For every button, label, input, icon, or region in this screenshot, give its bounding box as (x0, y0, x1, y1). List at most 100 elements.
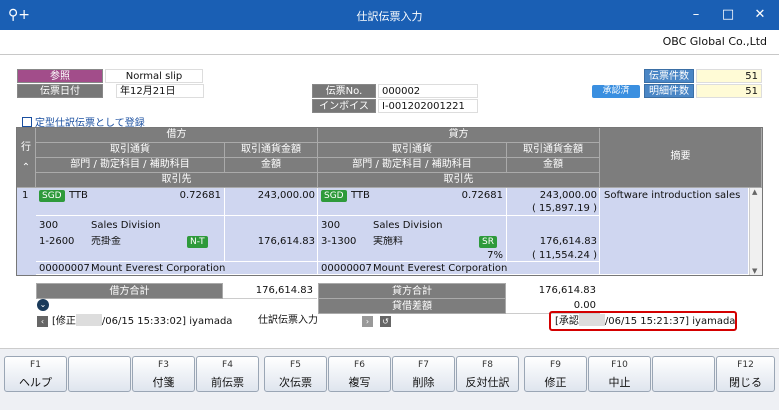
reference-value: Normal slip (105, 69, 203, 83)
f12-close-button[interactable]: F12 閉じる (716, 356, 775, 392)
invoice-no-field[interactable]: I-001202001221 (378, 99, 478, 113)
close-button[interactable]: ✕ (745, 4, 775, 26)
credit-account-name: 実施料 (373, 236, 403, 247)
function-key-bar: F1 ヘルプ F3 付箋 F4 前伝票 F5 次伝票 F6 複写 F7 削除 F8 反対仕訳 … (0, 348, 779, 410)
collapse-icon[interactable]: ⌃ (22, 162, 30, 173)
slip-count-label: 伝票件数 (644, 69, 694, 83)
row-header: 行 ⌃ (17, 128, 36, 188)
fkey-number: F5 (290, 360, 301, 370)
title-bar: ⚲+ 仕訳伝票入力 – □ ✕ (0, 0, 779, 30)
credit-rate-type: TTB (351, 190, 370, 201)
f3-sticky-note-button[interactable]: F3 付箋 (132, 356, 195, 392)
detail-count-value: 51 (696, 84, 762, 98)
detail-count-label: 明細件数 (644, 84, 694, 98)
debit-account-code: 1-2600 (39, 236, 75, 247)
f11-blank-button[interactable] (652, 356, 715, 392)
fkey-label: 前伝票 (211, 376, 244, 389)
scroll-up-icon[interactable]: ▲ (752, 188, 757, 196)
credit-tax-amount: ( 11,554.24 ) (531, 250, 597, 261)
modified-time: /06/15 15:33:02] iyamada (101, 316, 233, 327)
table-row[interactable]: 1 SGD TTB 0.72681 243,000.00 300 Sales D… (17, 188, 749, 275)
credit-currency-tag: SGD (321, 190, 347, 202)
next-history-icon[interactable]: › (362, 316, 373, 327)
fkey-number: F6 (354, 360, 365, 370)
f10-cancel-button[interactable]: F10 中止 (588, 356, 651, 392)
debit-partner-header: 取引先 (36, 173, 318, 188)
debit-dept-name: Sales Division (91, 220, 161, 231)
summary-header: 摘要 (600, 128, 762, 188)
debit-fx-amount: 243,000.00 (257, 190, 315, 201)
fkey-label: 次伝票 (279, 376, 312, 389)
summary-text: Software introduction sales (604, 190, 741, 201)
minimize-button[interactable]: – (681, 4, 711, 26)
f1-help-button[interactable]: F1 ヘルプ (4, 356, 67, 392)
credit-fx-tax: ( 15,897.19 ) (531, 203, 597, 214)
credit-amount-header: 金額 (507, 158, 600, 173)
fkey-label: 複写 (348, 376, 371, 389)
debit-dept-code: 300 (39, 220, 59, 231)
difference-label: 貸借差額 (318, 298, 506, 314)
f7-delete-button[interactable]: F7 削除 (392, 356, 455, 392)
credit-currency-header: 取引通貨 (318, 143, 507, 158)
debit-rate: 0.72681 (179, 190, 221, 201)
credit-rate: 0.72681 (461, 190, 503, 201)
credit-total-label: 貸方合計 (318, 283, 506, 299)
history-refresh-icon[interactable]: ↺ (380, 316, 391, 327)
invoice-no-label: インボイスNo. (312, 99, 376, 126)
slip-no-field[interactable]: 000002 (378, 84, 478, 98)
f6-copy-button[interactable]: F6 複写 (328, 356, 391, 392)
credit-partner-header: 取引先 (318, 173, 600, 188)
credit-tax-tag: SR (479, 236, 497, 248)
debit-tax-tag: N-T (187, 236, 208, 248)
fkey-label: 削除 (412, 376, 435, 389)
maximize-button[interactable]: □ (713, 4, 743, 26)
divider (0, 54, 779, 55)
f8-reverse-entry-button[interactable]: F8 反対仕訳 (456, 356, 519, 392)
debit-currency-tag: SGD (39, 190, 65, 202)
expand-icon[interactable]: ⌄ (37, 299, 49, 311)
fkey-label: 閉じる (729, 376, 762, 389)
fkey-number: F9 (550, 360, 561, 370)
credit-total-value: 176,614.83 (506, 283, 600, 299)
fkey-label: 修正 (544, 376, 567, 389)
debit-fx-amount-header: 取引通貨金額 (225, 143, 318, 158)
debit-total-value: 176,614.83 (223, 283, 317, 299)
fkey-label: 中止 (608, 376, 631, 389)
company-name: OBC Global Co.,Ltd (662, 35, 767, 48)
fkey-number: F4 (222, 360, 233, 370)
credit-fx-amount-header: 取引通貨金額 (507, 143, 600, 158)
redacted-year (75, 314, 102, 326)
f2-blank-button[interactable] (68, 356, 131, 392)
credit-fx-amount: 243,000.00 (539, 190, 597, 201)
debit-amount: 176,614.83 (257, 236, 315, 247)
f9-modify-button[interactable]: F9 修正 (524, 356, 587, 392)
credit-partner-name: Mount Everest Corporation (373, 263, 508, 274)
credit-account-header: 部門 / 勘定科目 / 補助科目 (318, 158, 507, 173)
credit-header: 貸方 (318, 128, 600, 143)
fkey-number: F3 (158, 360, 169, 370)
vertical-scrollbar[interactable]: ▲ ▼ (749, 188, 762, 275)
debit-total-label: 借方合計 (36, 283, 223, 299)
credit-dept-code: 300 (321, 220, 341, 231)
row-number: 1 (22, 190, 29, 201)
credit-tax-rate: 7% (487, 250, 503, 261)
reference-label[interactable]: 参照 (17, 69, 103, 83)
prev-history-icon[interactable]: ‹ (37, 316, 48, 327)
debit-amount-header: 金額 (225, 158, 318, 173)
window-title: 仕訳伝票入力 (356, 10, 423, 23)
slip-date-label: 伝票日付 (17, 84, 103, 98)
f4-prev-slip-button[interactable]: F4 前伝票 (196, 356, 259, 392)
fkey-number: F8 (482, 360, 493, 370)
credit-amount: 176,614.83 (539, 236, 597, 247)
slip-date-field[interactable]: 年12月21日 (116, 84, 204, 98)
scroll-down-icon[interactable]: ▼ (752, 267, 757, 275)
debit-currency-header: 取引通貨 (36, 143, 225, 158)
modified-label: [修正 (52, 316, 76, 327)
credit-dept-name: Sales Division (373, 220, 443, 231)
approved-status-badge: 承認済 (592, 85, 640, 98)
fkey-number: F12 (737, 360, 754, 370)
modified-info: [修正/06/15 15:33:02] iyamada (52, 314, 232, 329)
row-header-label: 行 (21, 142, 31, 153)
f5-next-slip-button[interactable]: F5 次伝票 (264, 356, 327, 392)
fkey-label: 付箋 (152, 376, 175, 389)
